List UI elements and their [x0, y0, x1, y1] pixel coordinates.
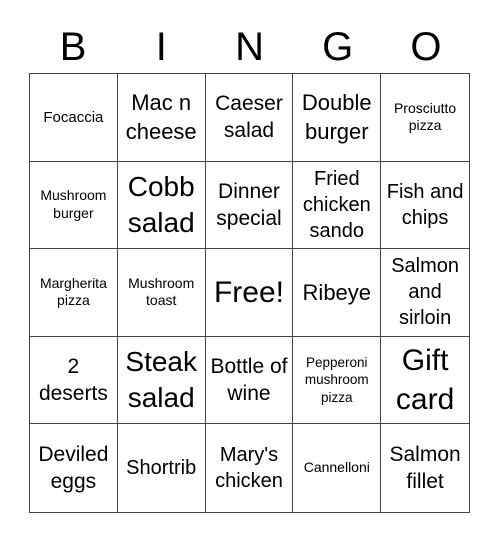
- header-letter-g: G: [322, 25, 354, 69]
- bingo-cell[interactable]: Salmon fillet: [381, 424, 469, 512]
- bingo-header: B I N G O: [29, 22, 470, 72]
- bingo-cell[interactable]: Fish and chips: [381, 162, 469, 250]
- bingo-card-grid: Focaccia Mac n cheese Caeser salad Doubl…: [29, 73, 470, 513]
- bingo-cell[interactable]: Cobb salad: [117, 161, 206, 250]
- bingo-cell[interactable]: Deviled eggs: [30, 424, 118, 512]
- bingo-cell[interactable]: Fried chicken sando: [293, 161, 382, 250]
- bingo-cell[interactable]: Gift card: [381, 337, 469, 425]
- bingo-cell[interactable]: Double burger: [293, 74, 382, 162]
- header-letter-b: B: [59, 25, 87, 69]
- header-letter-n: N: [235, 25, 264, 69]
- bingo-cell[interactable]: Mushroom burger: [30, 161, 118, 250]
- bingo-cell[interactable]: Mary's chicken: [206, 424, 294, 512]
- bingo-cell[interactable]: Dinner special: [205, 161, 294, 250]
- bingo-cell[interactable]: Margherita pizza: [30, 249, 118, 337]
- bingo-cell[interactable]: Steak salad: [117, 336, 206, 425]
- bingo-cell[interactable]: Focaccia: [30, 74, 118, 162]
- bingo-cell[interactable]: Bottle of wine: [205, 336, 294, 425]
- bingo-cell[interactable]: Pepperoni mushroom pizza: [293, 336, 382, 425]
- bingo-cell[interactable]: Prosciutto pizza: [381, 74, 469, 162]
- header-letter-i: I: [155, 25, 167, 69]
- bingo-cell[interactable]: Caeser salad: [205, 74, 294, 162]
- header-letter-o: O: [410, 25, 442, 69]
- bingo-cell[interactable]: Ribeye: [293, 249, 382, 337]
- bingo-cell[interactable]: Mac n cheese: [117, 74, 206, 162]
- bingo-cell[interactable]: Salmon and sirloin: [381, 249, 469, 337]
- bingo-cell[interactable]: Cannelloni: [293, 424, 382, 512]
- bingo-cell[interactable]: Mushroom toast: [117, 249, 206, 337]
- bingo-cell[interactable]: Shortrib: [118, 424, 206, 512]
- bingo-cell[interactable]: 2 deserts: [30, 336, 118, 425]
- bingo-free-space[interactable]: Free!: [205, 249, 294, 337]
